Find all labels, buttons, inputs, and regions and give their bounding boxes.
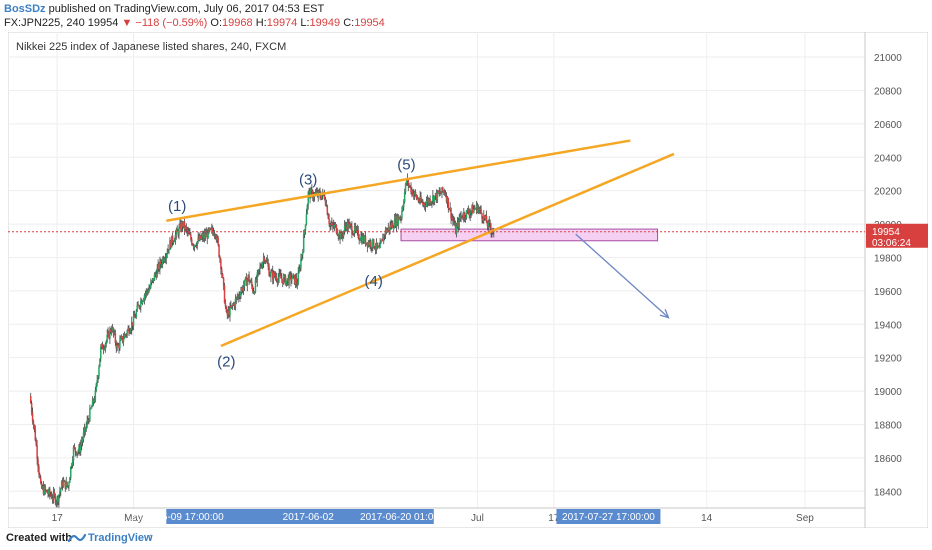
candle-body bbox=[218, 244, 220, 257]
published-text: published on TradingView.com, July 06, 2… bbox=[48, 3, 325, 15]
candle-body bbox=[291, 278, 293, 281]
candle-body bbox=[126, 330, 128, 335]
close-label: C: bbox=[343, 17, 355, 29]
candle-body bbox=[221, 274, 224, 278]
wave-label: (4) bbox=[365, 273, 383, 290]
publication-line: BosSDz published on TradingView.com, Jul… bbox=[4, 3, 324, 15]
price-tick-label: 20200 bbox=[874, 187, 902, 198]
price-tick-label: 20400 bbox=[874, 153, 902, 164]
low-value: 19949 bbox=[309, 17, 341, 29]
candle-body bbox=[32, 421, 35, 425]
candle-body bbox=[90, 408, 92, 410]
candle-body bbox=[135, 311, 138, 318]
highlight-time-label: 2017-07-27 17:00:00 bbox=[562, 512, 655, 523]
wave-label: (2) bbox=[217, 353, 235, 370]
candle-body bbox=[122, 338, 125, 342]
price-tick-label: 18600 bbox=[874, 454, 902, 465]
price-change: −118 (−0.59%) bbox=[135, 17, 208, 29]
price-tick-label: 20800 bbox=[874, 86, 902, 97]
last-price-tag: 1995403:06:24 bbox=[866, 223, 928, 249]
candle-body bbox=[90, 406, 93, 409]
price-tag-value: 19954 bbox=[872, 227, 900, 238]
candle-body bbox=[66, 481, 68, 486]
candle-body bbox=[447, 197, 450, 209]
symbol-label: FX:JPN225, 240 bbox=[4, 17, 85, 29]
wave-label: (1) bbox=[168, 198, 186, 215]
candle-body bbox=[380, 241, 382, 244]
tradingview-brand[interactable]: TradingView bbox=[88, 532, 153, 544]
candle-body bbox=[217, 237, 219, 245]
price-tick-label: 21000 bbox=[874, 53, 902, 64]
wave-label: (5) bbox=[397, 156, 415, 173]
high-label: H: bbox=[255, 17, 267, 29]
time-tick-label: 17 bbox=[52, 513, 64, 524]
price-tick-label: 19800 bbox=[874, 253, 902, 264]
candle-body bbox=[243, 279, 246, 287]
candle-body bbox=[370, 241, 372, 248]
created-with-label: Created with bbox=[6, 532, 73, 544]
highlight-time-label: 2017-06-02 bbox=[283, 512, 335, 523]
highlight-time-label: 2017-05-09 17:00:00 bbox=[131, 512, 224, 523]
time-tick-label: Jul bbox=[471, 513, 484, 524]
resistance-zone[interactable] bbox=[400, 228, 659, 242]
candle-body bbox=[74, 447, 77, 452]
close-value: 19954 bbox=[354, 17, 385, 29]
author-link[interactable]: BosSDz bbox=[4, 3, 46, 15]
candle-body bbox=[136, 305, 138, 312]
price-tag-countdown: 03:06:24 bbox=[872, 238, 911, 249]
candle-body bbox=[305, 214, 308, 225]
chart-background bbox=[7, 31, 929, 529]
scroll-left-icon[interactable]: ‹ bbox=[148, 531, 152, 543]
candle-body bbox=[60, 488, 62, 492]
candle-body bbox=[62, 481, 65, 487]
time-tick-label: 14 bbox=[701, 513, 713, 524]
price-tick-label: 19400 bbox=[874, 320, 902, 331]
price-tick-label: 18400 bbox=[874, 487, 902, 498]
wave-label: (3) bbox=[299, 171, 317, 188]
price-tick-label: 20600 bbox=[874, 120, 902, 131]
candle-body bbox=[89, 408, 91, 422]
open-label: O: bbox=[210, 17, 223, 29]
open-value: 19968 bbox=[222, 17, 253, 29]
candle-body bbox=[270, 272, 272, 277]
candle-body bbox=[68, 482, 70, 487]
low-label: L: bbox=[300, 17, 310, 29]
price-tick-label: 19600 bbox=[874, 287, 902, 298]
tradingview-logo-icon[interactable] bbox=[67, 531, 87, 550]
chart-header: BosSDz published on TradingView.com, Jul… bbox=[0, 0, 932, 32]
price-tick-label: 19000 bbox=[874, 387, 902, 398]
chart-title: Nikkei 225 index of Japanese listed shar… bbox=[16, 41, 286, 53]
price-chart[interactable]: 18400 18600 18800 19000 19200 19400 19600 19800… bbox=[7, 31, 929, 529]
price-tick-label: 19200 bbox=[874, 354, 902, 365]
highlight-time-label: 2017-06-20 01:00:00 bbox=[360, 512, 453, 523]
down-arrow-icon: ▼ bbox=[121, 17, 133, 29]
candle-body bbox=[98, 366, 100, 377]
time-tick-label: Sep bbox=[796, 513, 814, 524]
quote-line: FX:JPN225, 240 19954 ▼ −118 (−0.59%) O:1… bbox=[4, 17, 385, 29]
high-value: 19974 bbox=[266, 17, 298, 29]
last-price: 19954 bbox=[87, 17, 119, 29]
candle-body bbox=[372, 239, 375, 248]
chart-frame[interactable]: 18400 18600 18800 19000 19200 19400 19600 19800… bbox=[7, 31, 929, 529]
candle-body bbox=[297, 272, 299, 285]
candle-body bbox=[119, 340, 121, 349]
footer: Created with TradingView ‹ bbox=[0, 528, 932, 550]
candle-body bbox=[480, 208, 482, 214]
price-tick-label: 18800 bbox=[874, 420, 902, 431]
zone-rect bbox=[400, 228, 659, 242]
